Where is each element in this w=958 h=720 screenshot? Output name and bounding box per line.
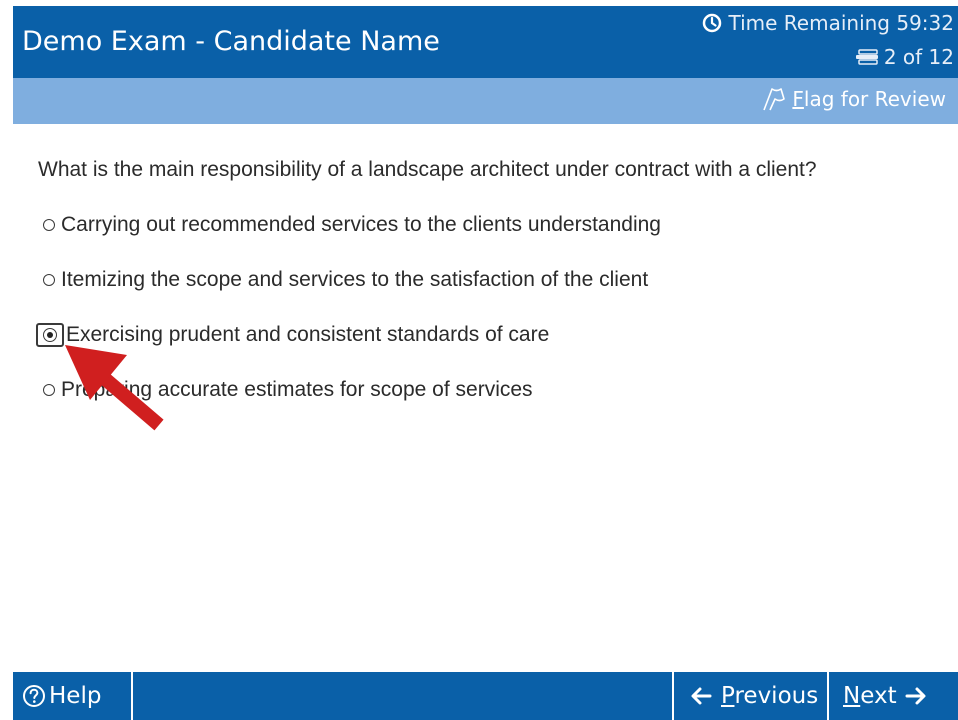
answer-option[interactable]: Carrying out recommended services to the… [43, 213, 661, 237]
answer-option-label: Exercising prudent and consistent standa… [66, 323, 550, 346]
answer-option-label: Preparing accurate estimates for scope o… [61, 378, 533, 401]
time-remaining: Time Remaining 59:32 [702, 11, 955, 35]
flag-icon [760, 86, 788, 112]
answer-option[interactable]: Itemizing the scope and services to the … [43, 268, 648, 292]
previous-button[interactable]: Previous [672, 672, 827, 720]
arrow-right-icon [905, 686, 927, 706]
radio-button[interactable] [43, 274, 55, 286]
radio-focus-box[interactable] [36, 323, 64, 347]
answer-option-selected[interactable]: Exercising prudent and consistent standa… [36, 323, 550, 347]
exam-window: Demo Exam - Candidate Name Time Remainin… [0, 0, 958, 720]
help-button[interactable]: Help [13, 672, 133, 720]
flag-for-review-button[interactable]: Flag for Review [760, 86, 946, 112]
arrow-left-icon [690, 686, 712, 706]
exam-title: Demo Exam - Candidate Name [22, 26, 440, 57]
question-list-icon [855, 49, 881, 65]
next-label: Next [843, 683, 897, 709]
time-remaining-label: Time Remaining 59:32 [728, 11, 955, 35]
question-progress: 2 of 12 [855, 45, 954, 69]
help-label: Help [49, 683, 102, 709]
footer-bar: Help Previous Next [13, 672, 958, 720]
question-panel: What is the main responsibility of a lan… [13, 124, 958, 672]
answer-option-label: Carrying out recommended services to the… [61, 213, 661, 236]
question-circle-icon [22, 684, 46, 708]
next-button[interactable]: Next [827, 672, 958, 720]
clock-icon [702, 13, 722, 33]
header-bar: Demo Exam - Candidate Name Time Remainin… [13, 6, 958, 78]
previous-label: Previous [721, 683, 819, 709]
radio-button[interactable] [43, 219, 55, 231]
flag-bar: Flag for Review [13, 78, 958, 124]
flag-for-review-label: Flag for Review [792, 87, 946, 111]
radio-button-selected[interactable] [43, 328, 57, 342]
question-text: What is the main responsibility of a lan… [38, 158, 817, 181]
question-progress-label: 2 of 12 [883, 45, 954, 69]
radio-button[interactable] [43, 384, 55, 396]
answer-option[interactable]: Preparing accurate estimates for scope o… [43, 378, 533, 402]
answer-option-label: Itemizing the scope and services to the … [61, 268, 649, 291]
